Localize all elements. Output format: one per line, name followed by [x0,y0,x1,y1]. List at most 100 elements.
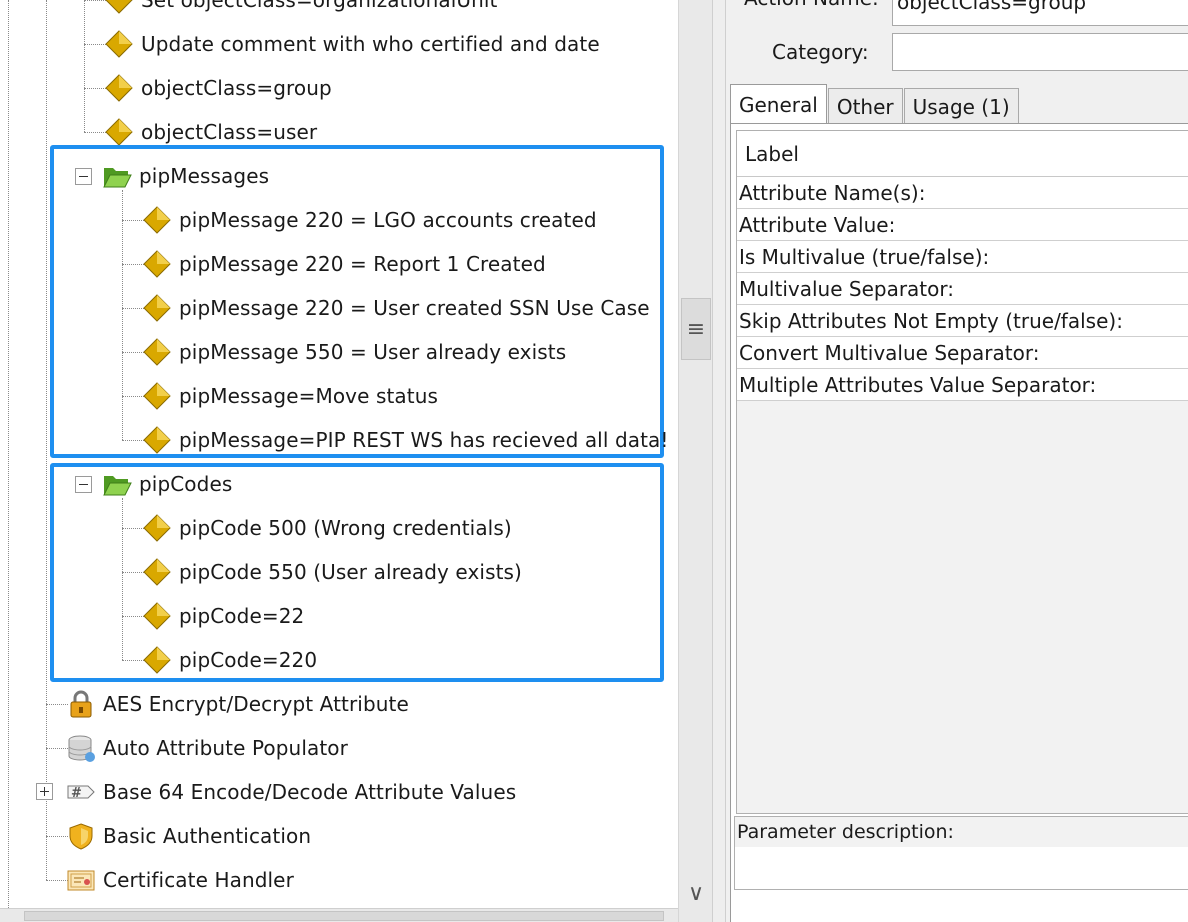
tree-node-label: pipMessage 220 = Report 1 Created [179,252,546,276]
tree-connector [84,44,106,45]
tree-connector [46,748,68,749]
action-diamond-icon [142,293,172,323]
tree-node-handler[interactable]: AES Encrypt/Decrypt Attribute [66,682,409,726]
vertical-scrollbar[interactable]: ≡ ∨ [678,0,712,922]
tree-node-pipmessage[interactable]: pipMessage 550 = User already exists [142,330,566,374]
action-diamond-icon [104,29,134,59]
action-diamond-icon [142,425,172,455]
action-name-input[interactable]: objectClass=group [892,0,1188,26]
tree-connector [46,704,68,705]
table-row[interactable]: Is Multivalue (true/false): [737,241,1188,273]
tree-node-label: pipMessage 220 = LGO accounts created [179,208,597,232]
action-diamond-icon [142,557,172,587]
action-name-label: Action Name: [744,0,879,10]
tab-bar: General Other Usage (1) [730,84,1020,124]
tree-connector [84,0,106,1]
parameters-table: Label Attribute Name(s): Attribute Value… [736,130,1188,814]
tree-node-handler[interactable]: Auto Attribute Populator [66,726,348,770]
tree-connector [122,616,144,617]
shield-icon [66,821,96,851]
column-header-label[interactable]: Label [737,131,1188,177]
tree-connector [84,0,85,132]
tree-node-pipmessage[interactable]: pipMessage 220 = Report 1 Created [142,242,546,286]
tree-node-pipcode[interactable]: pipCode 550 (User already exists) [142,550,522,594]
tree-connector [122,220,144,221]
chevron-down-icon: ∨ [687,880,705,906]
action-diamond-icon [142,337,172,367]
tree-connector [122,308,144,309]
action-diamond-icon [142,381,172,411]
tree-node-action[interactable]: Set objectClass=organizationalUnit [104,0,498,22]
parameter-description: Parameter description: [734,816,1188,890]
tree-connector [122,264,144,265]
tree-node-label: pipCode=22 [179,604,305,628]
panel-splitter[interactable] [712,0,726,922]
tree-node-action[interactable]: objectClass=group [104,66,332,110]
action-diamond-icon [142,205,172,235]
category-label: Category: [772,40,869,64]
grip-icon: ≡ [686,316,706,342]
tree-connector [122,528,144,529]
tree-connector [122,660,144,661]
category-input[interactable] [892,33,1188,71]
expand-toggle[interactable] [36,783,53,800]
tree-node-label: pipCode=220 [179,648,318,672]
tree-node-pipcode[interactable]: pipCode=22 [142,594,304,638]
tree-panel[interactable]: Set objectClass=organizationalUnit Updat… [0,0,678,910]
table-row[interactable]: Multiple Attributes Value Separator: [737,369,1188,401]
table-row[interactable]: Multivalue Separator: [737,273,1188,305]
tree-node-label: AES Encrypt/Decrypt Attribute [103,692,409,716]
tree-folder-pipcodes[interactable]: pipCodes [102,462,232,506]
tree-connector [122,498,123,660]
tab-general[interactable]: General [730,84,827,124]
tab-content-general: Label Attribute Name(s): Attribute Value… [730,123,1188,922]
tree-node-handler[interactable]: Certificate Handler [66,858,294,902]
tab-usage[interactable]: Usage (1) [903,88,1019,124]
tree-node-label: pipCode 550 (User already exists) [179,560,522,584]
hash-tag-icon: # [66,777,96,807]
table-row[interactable]: Attribute Value: [737,209,1188,241]
open-folder-icon [102,161,132,191]
collapse-toggle[interactable] [75,476,92,493]
svg-text:#: # [71,786,82,801]
collapse-toggle[interactable] [75,168,92,185]
tree-node-label: pipMessage=Move status [179,384,439,408]
tree-node-pipmessage[interactable]: pipMessage=Move status [142,374,438,418]
tree-folder-label: pipMessages [139,164,270,188]
properties-panel: Action Name: objectClass=group Category:… [726,0,1188,922]
horizontal-scrollbar[interactable] [0,908,678,922]
parameter-description-label: Parameter description: [735,817,1188,847]
table-row[interactable]: Skip Attributes Not Empty (true/false): [737,305,1188,337]
tree-node-handler[interactable]: # Base 64 Encode/Decode Attribute Values [66,770,516,814]
table-row[interactable]: Attribute Name(s): [737,177,1188,209]
tree-folder-pipmessages[interactable]: pipMessages [102,154,269,198]
tree-node-handler[interactable]: Basic Authentication [66,814,311,858]
action-diamond-icon [142,249,172,279]
tree-node-pipmessage[interactable]: pipMessage 220 = LGO accounts created [142,198,597,242]
tree-connector [84,88,106,89]
tree-folder-label: pipCodes [139,472,233,496]
action-diamond-icon [104,117,134,147]
tree-node-action[interactable]: Update comment with who certified and da… [104,22,600,66]
tree-node-label: pipCode 500 (Wrong credentials) [179,516,512,540]
horizontal-scrollbar-thumb[interactable] [24,911,664,921]
tree-node-pipcode[interactable]: pipCode 500 (Wrong credentials) [142,506,512,550]
tree-node-pipmessage[interactable]: pipMessage=PIP REST WS has recieved all … [142,418,669,462]
tree-node-label: Certificate Handler [103,868,294,892]
tree-connector [46,836,68,837]
scrollbar-thumb[interactable]: ≡ [681,298,711,360]
action-diamond-icon [142,645,172,675]
tree-node-label: Auto Attribute Populator [103,736,348,760]
action-diamond-icon [104,0,134,15]
table-row[interactable]: Convert Multivalue Separator: [737,337,1188,369]
database-icon [66,733,96,763]
tree-node-pipmessage[interactable]: pipMessage 220 = User created SSN Use Ca… [142,286,650,330]
tree-node-label: Base 64 Encode/Decode Attribute Values [103,780,517,804]
action-diamond-icon [142,513,172,543]
tree-node-pipcode[interactable]: pipCode=220 [142,638,317,682]
tree-connector [122,396,144,397]
open-folder-icon [102,469,132,499]
tree-connector [122,440,144,441]
scroll-down-button[interactable]: ∨ [679,876,713,910]
tab-other[interactable]: Other [827,88,903,124]
